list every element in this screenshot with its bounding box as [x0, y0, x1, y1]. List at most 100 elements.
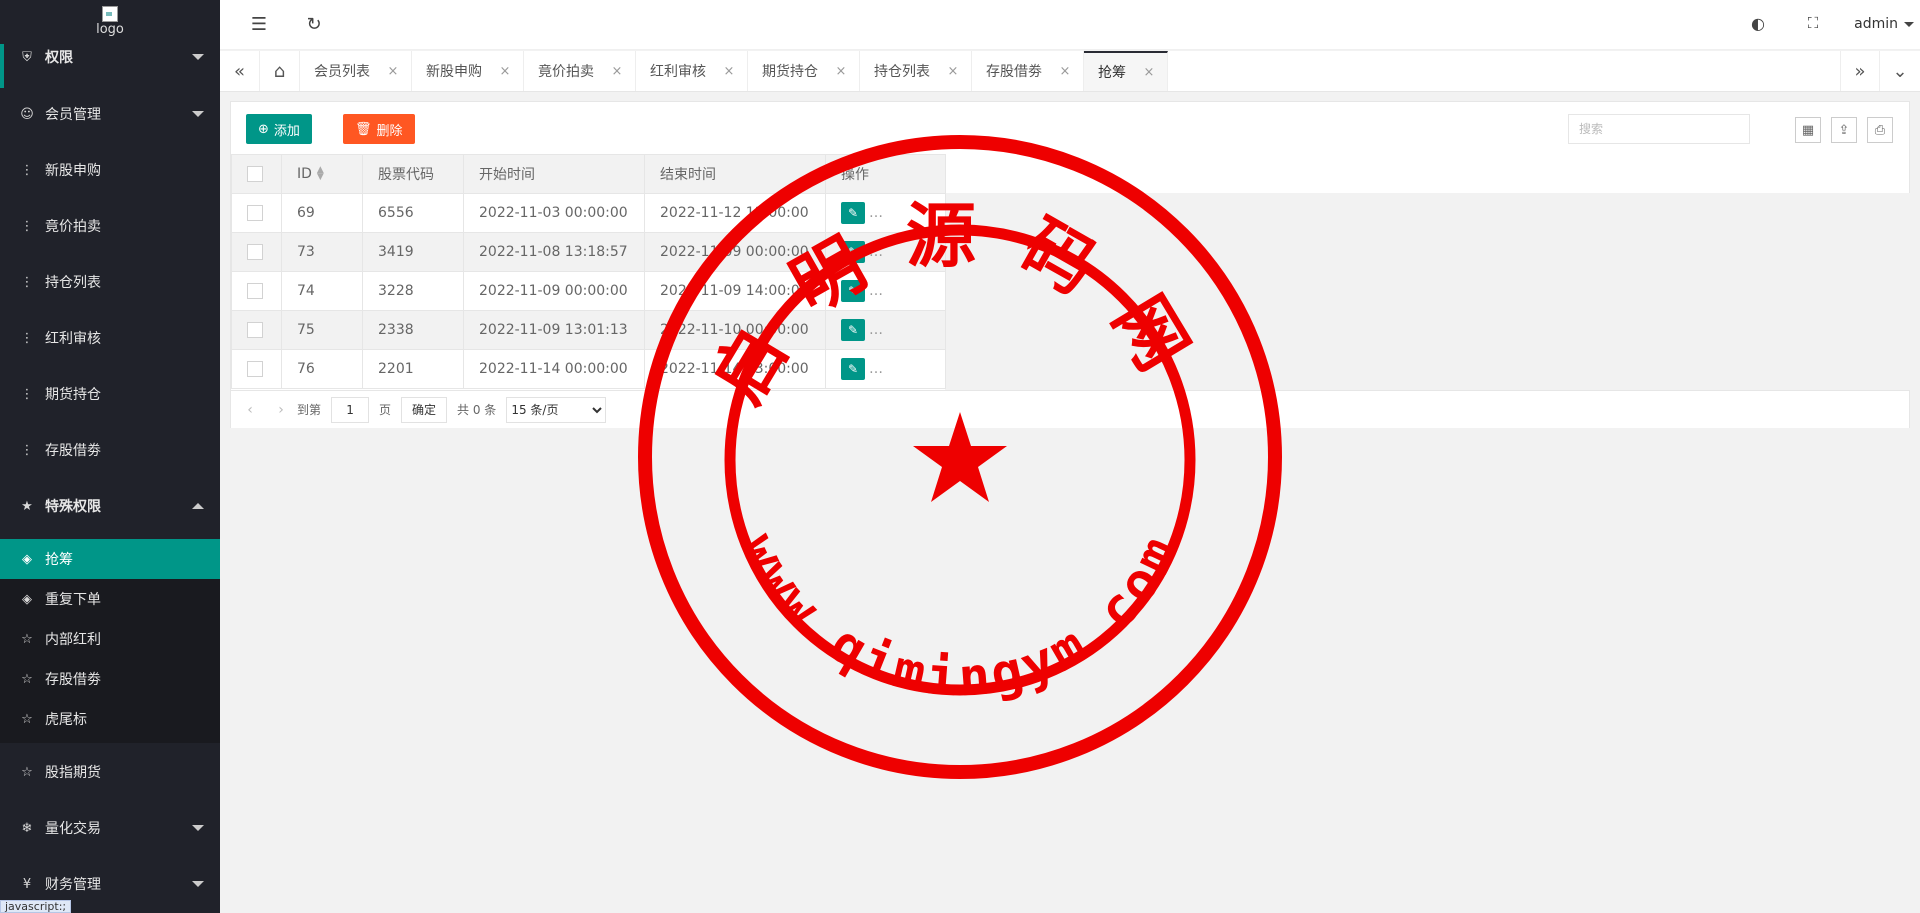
- sidebar-item-internal-dividend[interactable]: ☆ 内部红利: [0, 619, 220, 659]
- sidebar-item-index-futures[interactable]: ☆ 股指期货: [0, 752, 220, 792]
- sidebar-item-positions[interactable]: ⋮ 持仓列表: [0, 262, 220, 302]
- top-header: ☰ ↻ ◐ ⛶ admin: [220, 0, 1920, 50]
- refresh-icon[interactable]: ↻: [303, 14, 325, 35]
- close-icon[interactable]: ×: [834, 64, 848, 79]
- select-all-checkbox[interactable]: [247, 166, 263, 182]
- star-icon: ★: [21, 498, 33, 514]
- edit-icon[interactable]: ✎: [841, 280, 865, 302]
- search-input[interactable]: [1568, 114, 1750, 144]
- close-icon[interactable]: ×: [722, 64, 736, 79]
- edit-icon[interactable]: ✎: [841, 202, 865, 224]
- tab-scroll-right-icon[interactable]: »: [1840, 51, 1880, 91]
- user-menu[interactable]: admin: [1854, 16, 1914, 32]
- sidebar-item-label: 新股申购: [45, 163, 101, 179]
- row-checkbox[interactable]: [247, 244, 263, 260]
- page-suffix: 页: [379, 403, 392, 417]
- more-icon[interactable]: …: [869, 283, 883, 299]
- theme-icon[interactable]: ◐: [1747, 14, 1769, 33]
- tab-label: 期货持仓: [762, 64, 818, 80]
- sidebar-item-label: 量化交易: [45, 821, 101, 837]
- sidebar-item-label: 内部红利: [45, 632, 101, 648]
- fullscreen-icon[interactable]: ⛶: [1802, 14, 1824, 32]
- snowflake-icon: ❄: [21, 820, 33, 836]
- next-page-icon[interactable]: ›: [269, 402, 293, 418]
- sidebar-item-label: 期货持仓: [45, 387, 101, 403]
- add-button[interactable]: ⊕ 添加: [246, 114, 312, 144]
- menu-toggle-icon[interactable]: ☰: [248, 14, 270, 35]
- sidebar-item-dividend-review[interactable]: ⋮ 红利审核: [0, 318, 220, 358]
- tab-bar: « ⌂ 会员列表 × 新股申购 × 竟价拍卖 × 红利审核 × 期货持仓 × 持…: [220, 51, 1920, 92]
- edit-icon[interactable]: ✎: [841, 241, 865, 263]
- print-icon[interactable]: ⎙: [1867, 117, 1893, 143]
- sidebar-item-grab-chips[interactable]: ◈ 抢筹: [0, 539, 220, 579]
- tab-auction[interactable]: 竟价拍卖 ×: [524, 51, 636, 91]
- tab-member-list[interactable]: 会员列表 ×: [300, 51, 412, 91]
- close-icon[interactable]: ×: [1058, 64, 1072, 79]
- dots-icon: ⋮: [20, 442, 34, 458]
- row-checkbox[interactable]: [247, 283, 263, 299]
- table-row: 75 2338 2022-11-09 13:01:13 2022-11-10 0…: [231, 310, 946, 350]
- delete-button[interactable]: 🗑 删除: [343, 114, 415, 144]
- cell-code: 3419: [362, 232, 464, 272]
- tab-scroll-left-icon[interactable]: «: [220, 51, 260, 91]
- sidebar-item-label: 存股借劵: [45, 672, 101, 688]
- close-icon[interactable]: ×: [946, 64, 960, 79]
- sidebar-item-auction[interactable]: ⋮ 竟价拍卖: [0, 206, 220, 246]
- row-checkbox[interactable]: [247, 205, 263, 221]
- star-outline-icon: ☆: [21, 671, 33, 687]
- sidebar-item-ipo[interactable]: ⋮ 新股申购: [0, 150, 220, 190]
- close-icon[interactable]: ×: [610, 64, 624, 79]
- more-icon[interactable]: …: [869, 244, 883, 260]
- table-header-row: ID ▲ ▼ 股票代码 开始时间 结束时间 操作: [231, 154, 946, 194]
- goto-label: 到第: [297, 403, 322, 417]
- sidebar-item-permissions[interactable]: ⛨ 权限: [0, 38, 220, 76]
- dots-icon: ⋮: [20, 386, 34, 402]
- more-icon[interactable]: …: [869, 322, 883, 338]
- close-icon[interactable]: ×: [386, 64, 400, 79]
- cell-id: 69: [281, 193, 363, 233]
- row-checkbox[interactable]: [247, 322, 263, 338]
- sidebar-item-repeat-order[interactable]: ◈ 重复下单: [0, 579, 220, 619]
- sidebar-item-tiger-tail[interactable]: ☆ 虎尾标: [0, 699, 220, 739]
- sidebar-item-stock-lending-2[interactable]: ☆ 存股借劵: [0, 659, 220, 699]
- sidebar-item-label: 财务管理: [45, 877, 101, 893]
- column-header-id[interactable]: ID ▲ ▼: [281, 154, 363, 194]
- page-size-select[interactable]: 15 条/页: [506, 396, 607, 423]
- tab-ipo[interactable]: 新股申购 ×: [412, 51, 524, 91]
- more-icon[interactable]: …: [869, 205, 883, 221]
- tab-stock-lending[interactable]: 存股借劵 ×: [972, 51, 1084, 91]
- sidebar-item-quant-trading[interactable]: ❄ 量化交易: [0, 808, 220, 848]
- sidebar-item-label: 会员管理: [45, 107, 101, 123]
- trash-icon: 🗑: [355, 121, 372, 137]
- sidebar-item-stock-lending[interactable]: ⋮ 存股借劵: [0, 430, 220, 470]
- tab-futures-positions[interactable]: 期货持仓 ×: [748, 51, 860, 91]
- chevron-down-icon: [192, 111, 204, 117]
- sidebar-item-members[interactable]: ☺ 会员管理: [0, 94, 220, 134]
- tab-positions[interactable]: 持仓列表 ×: [860, 51, 972, 91]
- sort-icon[interactable]: ▲ ▼: [317, 166, 324, 182]
- tab-label: 竟价拍卖: [538, 64, 594, 80]
- close-icon[interactable]: ×: [498, 64, 512, 79]
- edit-icon[interactable]: ✎: [841, 319, 865, 341]
- cell-id: 74: [281, 271, 363, 311]
- sidebar-item-finance[interactable]: ¥ 财务管理: [0, 864, 220, 904]
- page-number-input[interactable]: [331, 396, 370, 423]
- tab-grab-chips[interactable]: 抢筹 ×: [1084, 51, 1168, 91]
- edit-icon[interactable]: ✎: [841, 358, 865, 380]
- row-checkbox[interactable]: [247, 361, 263, 377]
- prev-page-icon[interactable]: ‹: [231, 402, 269, 418]
- export-icon[interactable]: ⇪: [1831, 117, 1857, 143]
- column-header-end: 结束时间: [644, 154, 826, 194]
- columns-icon[interactable]: ▦: [1795, 117, 1821, 143]
- sidebar-item-label: 红利审核: [45, 331, 101, 347]
- content-card: ⊕ 添加 🗑 删除 ▦ ⇪ ⎙ ID▲▼ 股票代码 开始时间 结束时间 操作 6…: [230, 101, 1910, 428]
- home-icon[interactable]: ⌂: [260, 51, 300, 91]
- tab-menu-icon[interactable]: ⌄: [1880, 51, 1920, 91]
- more-icon[interactable]: …: [869, 361, 883, 377]
- goto-confirm-button[interactable]: 确定: [401, 396, 448, 423]
- sidebar-item-special-permissions[interactable]: ★ 特殊权限: [0, 486, 220, 526]
- tab-dividend-review[interactable]: 红利审核 ×: [636, 51, 748, 91]
- close-icon[interactable]: ×: [1142, 65, 1156, 80]
- cell-id: 73: [281, 232, 363, 272]
- sidebar-item-futures-positions[interactable]: ⋮ 期货持仓: [0, 374, 220, 414]
